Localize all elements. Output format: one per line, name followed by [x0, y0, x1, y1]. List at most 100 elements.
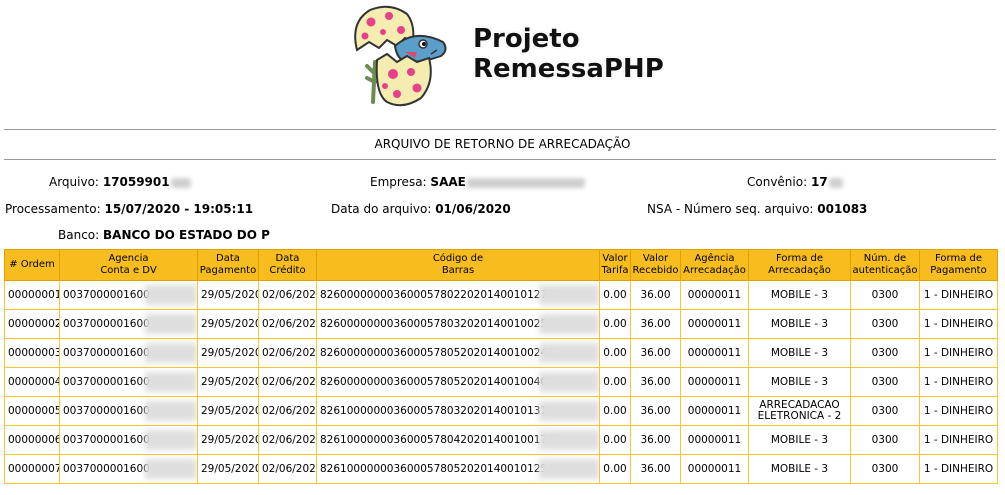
cell-codigo: 826000000003600057803202014001002548: [316, 309, 600, 339]
cell-autent: 0300: [850, 425, 920, 455]
column-header-line: Recebido: [632, 265, 679, 276]
table-row: 00000005 0037000001600 29/05/2020 02/06/202…: [4, 396, 998, 426]
cell-data-pag: 29/05/2020: [197, 309, 259, 339]
cell-forma-arrec: MOBILE - 3: [748, 338, 851, 368]
cell-data-pag: 29/05/2020: [197, 367, 259, 397]
cell-forma-pag: 1 - DINHEIRO: [919, 309, 998, 339]
cell-tarifa: 0.00: [599, 367, 631, 397]
cell-autent: 0300: [850, 309, 920, 339]
column-header-line: Data: [275, 253, 300, 264]
cell-codigo: 826100000003600057805202014001012542: [316, 454, 600, 484]
table-row: 00000001 0037000001600 29/05/2020 02/06/202…: [4, 280, 998, 310]
cell-codigo: 826000000003600057805202014001004007: [316, 367, 600, 397]
column-header-line: Barras: [441, 265, 475, 276]
cell-agencia: 0037000001600: [59, 396, 198, 426]
processamento-label: Processamento:: [5, 202, 101, 216]
convenio-value: 17: [810, 175, 828, 189]
cell-autent: 0300: [850, 338, 920, 368]
cell-ag-arrec: 00000011: [680, 425, 749, 455]
column-header: Valor Recebido: [630, 249, 681, 281]
cell-forma-pag: 1 - DINHEIRO: [919, 280, 998, 310]
arquivo-value: 17059901: [102, 175, 170, 189]
column-header-line: Arrecadação: [768, 265, 831, 276]
banco-value: BANCO DO ESTADO DO P: [103, 228, 270, 242]
cell-codigo: 826100000003600057804202014001001707: [316, 425, 600, 455]
column-header-line: Valor: [602, 253, 628, 264]
cell-data-pag: 29/05/2020: [197, 454, 259, 484]
empresa-label: Empresa:: [370, 175, 427, 189]
column-header-line: Arrecadação: [683, 265, 746, 276]
column-header-line: Valor: [642, 253, 669, 264]
cell-agencia: 0037000001600: [59, 367, 198, 397]
column-header: Forma de Arrecadação: [748, 249, 851, 281]
cell-agencia: 0037000001600: [59, 425, 198, 455]
cell-data-cred: 02/06/2020: [258, 425, 317, 455]
cell-agencia: 0037000001600: [59, 309, 198, 339]
cell-forma-arrec: MOBILE - 3: [748, 425, 851, 455]
data-arquivo-info: Data do arquivo: 01/06/2020: [331, 202, 511, 216]
column-header-line: Pagamento: [199, 265, 257, 276]
empresa-info: Empresa: SAAE: [370, 175, 585, 189]
cell-codigo: 826100000003600057803202014001013184: [316, 396, 600, 426]
column-header: Núm. de autenticação: [850, 249, 920, 281]
cell-agencia: 0037000001600: [59, 454, 198, 484]
cell-ag-arrec: 00000011: [680, 280, 749, 310]
redacted-block: [145, 430, 197, 450]
cell-agencia: 0037000001600: [59, 338, 198, 368]
column-header-line: # Ordem: [9, 259, 55, 270]
cell-recebido: 36.00: [630, 454, 681, 484]
arquivo-info: Arquivo: 17059901: [49, 175, 191, 189]
dinosaur-egg-logo-icon: [354, 5, 447, 107]
top-divider: [4, 129, 996, 130]
column-header-line: Agencia: [108, 253, 149, 264]
cell-ordem: 00000002: [4, 309, 60, 339]
column-header: Data Pagamento: [197, 249, 259, 281]
data-arquivo-label: Data do arquivo:: [331, 202, 432, 216]
table-row: 00000004 0037000001600 29/05/2020 02/06/202…: [4, 367, 998, 397]
cell-tarifa: 0.00: [599, 454, 631, 484]
redacted-block: [539, 459, 599, 479]
redacted-block: [539, 401, 599, 421]
column-header-line: Forma de: [776, 253, 823, 264]
cell-ag-arrec: 00000011: [680, 396, 749, 426]
bottom-divider: [4, 159, 996, 160]
table-row: 00000002 0037000001600 29/05/2020 02/06/202…: [4, 309, 998, 339]
table-body: 00000001 0037000001600 29/05/2020 02/06/202…: [4, 280, 998, 484]
cell-agencia: 0037000001600: [59, 280, 198, 310]
cell-data-pag: 29/05/2020: [197, 280, 259, 310]
cell-ag-arrec: 00000011: [680, 309, 749, 339]
cell-forma-pag: 1 - DINHEIRO: [919, 454, 998, 484]
report-title: ARQUIVO DE RETORNO DE ARRECADAÇÃO: [374, 137, 631, 151]
cell-data-pag: 29/05/2020: [197, 425, 259, 455]
redacted-block: [539, 430, 599, 450]
cell-tarifa: 0.00: [599, 309, 631, 339]
redacted-block: [145, 343, 197, 363]
cell-forma-arrec: MOBILE - 3: [748, 454, 851, 484]
cell-tarifa: 0.00: [599, 280, 631, 310]
cell-tarifa: 0.00: [599, 396, 631, 426]
cell-autent: 0300: [850, 454, 920, 484]
cell-ag-arrec: 00000011: [680, 454, 749, 484]
cell-forma-arrec: ARRECADACAO ELETRONICA - 2: [748, 396, 851, 426]
logo-title-line1: Projeto: [473, 24, 580, 54]
redacted-block: [466, 177, 585, 188]
column-header: Data Crédito: [258, 249, 317, 281]
column-header: Agência Arrecadação: [680, 249, 749, 281]
cell-autent: 0300: [850, 396, 920, 426]
redacted-block: [170, 177, 191, 188]
redacted-block: [145, 285, 197, 305]
convenio-label: Convênio:: [747, 175, 808, 189]
column-header-line: Código de: [432, 253, 484, 264]
column-header: Forma de Pagamento: [919, 249, 998, 281]
cell-data-cred: 02/06/2020: [258, 454, 317, 484]
cell-data-cred: 02/06/2020: [258, 309, 317, 339]
column-header-line: Tarifa: [601, 265, 629, 276]
cell-forma-arrec: MOBILE - 3: [748, 309, 851, 339]
banco-info: Banco: BANCO DO ESTADO DO P: [58, 228, 270, 242]
cell-recebido: 36.00: [630, 425, 681, 455]
cell-data-pag: 29/05/2020: [197, 396, 259, 426]
cell-ordem: 00000005: [4, 396, 60, 426]
redacted-block: [539, 285, 599, 305]
cell-ag-arrec: 00000011: [680, 367, 749, 397]
nsa-info: NSA - Número seq. arquivo: 001083: [647, 202, 867, 216]
